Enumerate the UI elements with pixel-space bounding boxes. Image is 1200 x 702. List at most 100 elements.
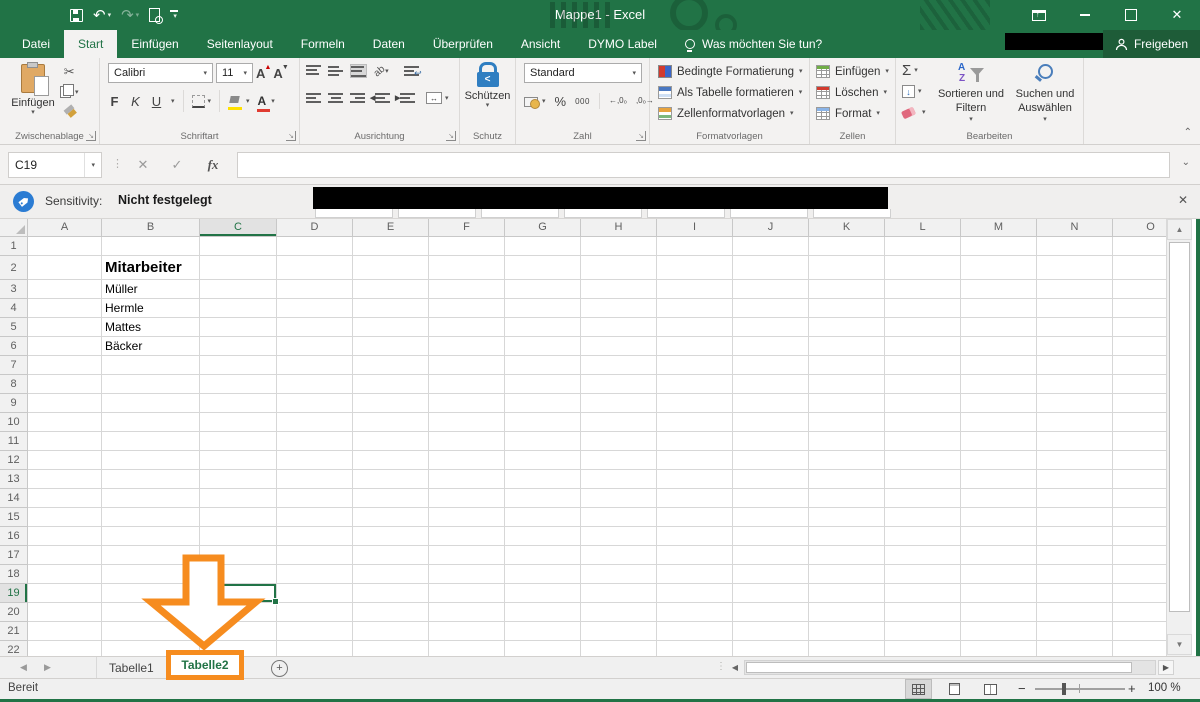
sheet-tab-tabelle2[interactable]: Tabelle2 — [166, 650, 244, 680]
cell-B20[interactable] — [102, 603, 200, 622]
cell-D2[interactable] — [277, 256, 353, 280]
row-header-11[interactable]: 11 — [0, 432, 28, 451]
cell-D19[interactable] — [277, 584, 353, 603]
clear-button[interactable]: ▾ — [902, 104, 926, 121]
cell-J17[interactable] — [733, 546, 809, 565]
tab-start[interactable]: Start — [64, 30, 117, 58]
column-header-M[interactable]: M — [961, 219, 1037, 237]
cell-B6[interactable]: Bäcker — [102, 337, 200, 356]
cell-L6[interactable] — [885, 337, 961, 356]
cell-H2[interactable] — [581, 256, 657, 280]
cell-L14[interactable] — [885, 489, 961, 508]
fill-button[interactable]: ↓▾ — [902, 83, 926, 100]
row-header-5[interactable]: 5 — [0, 318, 28, 337]
column-header-F[interactable]: F — [429, 219, 505, 237]
cell-I5[interactable] — [657, 318, 733, 337]
cell-F2[interactable] — [429, 256, 505, 280]
cell-A16[interactable] — [28, 527, 102, 546]
cell-I14[interactable] — [657, 489, 733, 508]
decrease-indent-icon[interactable]: ◀ — [372, 92, 390, 104]
cell-F11[interactable] — [429, 432, 505, 451]
cell-N9[interactable] — [1037, 394, 1113, 413]
cell-L8[interactable] — [885, 375, 961, 394]
close-icon[interactable]: ✕ — [1154, 0, 1200, 30]
cell-E3[interactable] — [353, 280, 429, 299]
cell-M8[interactable] — [961, 375, 1037, 394]
tab-ansicht[interactable]: Ansicht — [507, 30, 574, 58]
cell-N15[interactable] — [1037, 508, 1113, 527]
cell-K1[interactable] — [809, 237, 885, 256]
font-name-select[interactable]: Calibri▾ — [108, 63, 213, 83]
percent-style-icon[interactable]: % — [555, 94, 567, 109]
cell-K20[interactable] — [809, 603, 885, 622]
cell-O4[interactable] — [1113, 299, 1166, 318]
cell-J14[interactable] — [733, 489, 809, 508]
cell-E20[interactable] — [353, 603, 429, 622]
cell-I1[interactable] — [657, 237, 733, 256]
cell-J5[interactable] — [733, 318, 809, 337]
tab-formeln[interactable]: Formeln — [287, 30, 359, 58]
grow-font-icon[interactable]: A▲ — [256, 66, 270, 81]
cell-D14[interactable] — [277, 489, 353, 508]
cell-D13[interactable] — [277, 470, 353, 489]
cell-C3[interactable] — [200, 280, 277, 299]
cell-L15[interactable] — [885, 508, 961, 527]
cell-B21[interactable] — [102, 622, 200, 641]
cell-A15[interactable] — [28, 508, 102, 527]
cell-G11[interactable] — [505, 432, 581, 451]
cell-C7[interactable] — [200, 356, 277, 375]
cell-D20[interactable] — [277, 603, 353, 622]
cell-C11[interactable] — [200, 432, 277, 451]
cell-L4[interactable] — [885, 299, 961, 318]
cell-A20[interactable] — [28, 603, 102, 622]
cell-L18[interactable] — [885, 565, 961, 584]
insert-function-icon[interactable]: fx — [200, 152, 226, 178]
format-cells-button[interactable]: Format▾ — [810, 103, 895, 124]
cell-L5[interactable] — [885, 318, 961, 337]
cell-I7[interactable] — [657, 356, 733, 375]
cell-J11[interactable] — [733, 432, 809, 451]
row-header-14[interactable]: 14 — [0, 489, 28, 508]
align-left-icon[interactable] — [306, 92, 321, 104]
row-header-18[interactable]: 18 — [0, 565, 28, 584]
cell-M2[interactable] — [961, 256, 1037, 280]
cell-J4[interactable] — [733, 299, 809, 318]
cell-F12[interactable] — [429, 451, 505, 470]
cell-G8[interactable] — [505, 375, 581, 394]
cell-E7[interactable] — [353, 356, 429, 375]
cell-C4[interactable] — [200, 299, 277, 318]
cell-J1[interactable] — [733, 237, 809, 256]
cell-A12[interactable] — [28, 451, 102, 470]
cell-D9[interactable] — [277, 394, 353, 413]
cell-B2[interactable]: Mitarbeiter — [102, 256, 200, 280]
column-header-B[interactable]: B — [102, 219, 200, 237]
tab-ueberpruefen[interactable]: Überprüfen — [419, 30, 507, 58]
cell-B18[interactable] — [102, 565, 200, 584]
cell-C6[interactable] — [200, 337, 277, 356]
cell-I9[interactable] — [657, 394, 733, 413]
cell-N6[interactable] — [1037, 337, 1113, 356]
formula-input[interactable] — [237, 152, 1170, 178]
cell-F9[interactable] — [429, 394, 505, 413]
scroll-up-icon[interactable]: ▲ — [1167, 219, 1192, 240]
cell-F18[interactable] — [429, 565, 505, 584]
cell-H1[interactable] — [581, 237, 657, 256]
cell-L12[interactable] — [885, 451, 961, 470]
cell-I10[interactable] — [657, 413, 733, 432]
align-center-icon[interactable] — [328, 92, 343, 104]
cell-A7[interactable] — [28, 356, 102, 375]
cut-icon[interactable]: ✂ — [60, 64, 79, 80]
sensitivity-close-icon[interactable]: ✕ — [1178, 193, 1188, 207]
cell-N4[interactable] — [1037, 299, 1113, 318]
cell-M6[interactable] — [961, 337, 1037, 356]
page-layout-view-icon[interactable] — [941, 679, 968, 699]
cell-H3[interactable] — [581, 280, 657, 299]
cell-N21[interactable] — [1037, 622, 1113, 641]
align-middle-icon[interactable] — [328, 65, 343, 77]
cell-A17[interactable] — [28, 546, 102, 565]
select-all-corner[interactable] — [0, 219, 28, 237]
cell-I21[interactable] — [657, 622, 733, 641]
cell-N20[interactable] — [1037, 603, 1113, 622]
cell-D5[interactable] — [277, 318, 353, 337]
cell-E13[interactable] — [353, 470, 429, 489]
